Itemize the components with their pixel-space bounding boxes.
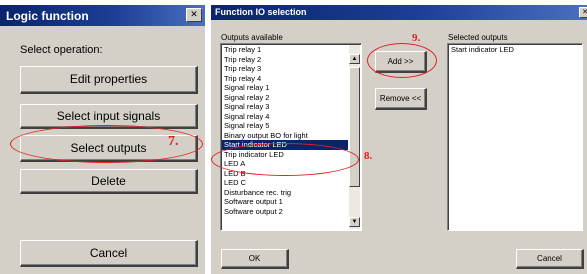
start-indicator-highlight [211, 143, 359, 176]
list-item[interactable]: Software output 1 [222, 197, 348, 207]
list-item[interactable]: Software output 2 [222, 207, 348, 217]
selected-outputs-items: Start indicator LED [449, 45, 581, 55]
cancel-button[interactable]: Cancel [516, 249, 584, 269]
annotation-7: 7. [168, 134, 179, 149]
list-scrollbar[interactable]: ▲ ▼ [349, 45, 360, 229]
outputs-available-list[interactable]: Trip relay 1 Trip relay 2 Trip relay 3 Trip… [220, 43, 362, 231]
list-item[interactable]: LED C [222, 178, 348, 188]
selected-outputs-list[interactable]: Start indicator LED [447, 43, 583, 231]
annotation-8: 8. [364, 150, 373, 162]
list-item[interactable]: Trip relay 2 [222, 55, 348, 65]
edit-properties-button[interactable]: Edit properties [20, 66, 198, 94]
selected-outputs-label: Selected outputs [448, 33, 508, 42]
logic-function-titlebar: Logic function ✕ [0, 5, 205, 26]
list-item[interactable]: Signal relay 4 [222, 112, 348, 122]
list-item[interactable]: Trip relay 3 [222, 64, 348, 74]
cancel-button[interactable]: Cancel [20, 240, 198, 267]
list-item[interactable]: Disturbance rec. trig [222, 188, 348, 198]
ok-button[interactable]: OK [221, 249, 289, 269]
remove-button[interactable]: Remove << [375, 88, 427, 110]
list-item[interactable]: Trip relay 4 [222, 74, 348, 84]
list-item[interactable]: Signal relay 3 [222, 102, 348, 112]
close-icon[interactable]: ✕ [186, 8, 202, 22]
scroll-down-icon[interactable]: ▼ [349, 217, 360, 227]
close-icon[interactable]: ✕ [579, 7, 587, 18]
list-item[interactable]: Signal relay 2 [222, 93, 348, 103]
scroll-thumb[interactable] [349, 67, 360, 187]
annotation-9: 9. [412, 32, 421, 44]
outputs-available-items: Trip relay 1 Trip relay 2 Trip relay 3 Trip… [222, 45, 348, 216]
selected-list-item[interactable]: Start indicator LED [449, 45, 581, 55]
list-item[interactable]: Signal relay 5 [222, 121, 348, 131]
list-item[interactable]: Trip relay 1 [222, 45, 348, 55]
add-button-highlight [367, 43, 437, 78]
select-operation-label: Select operation: [20, 44, 103, 56]
function-io-titlebar: Function IO selection ✕ [211, 5, 587, 20]
function-io-title: Function IO selection [215, 7, 307, 17]
outputs-available-label: Outputs available [221, 33, 283, 42]
list-item[interactable]: Signal relay 1 [222, 83, 348, 93]
delete-button[interactable]: Delete [20, 169, 198, 194]
scroll-up-icon[interactable]: ▲ [349, 54, 360, 64]
list-item[interactable]: Binary output BO for light [222, 131, 348, 141]
logic-function-title: Logic function [6, 9, 89, 23]
